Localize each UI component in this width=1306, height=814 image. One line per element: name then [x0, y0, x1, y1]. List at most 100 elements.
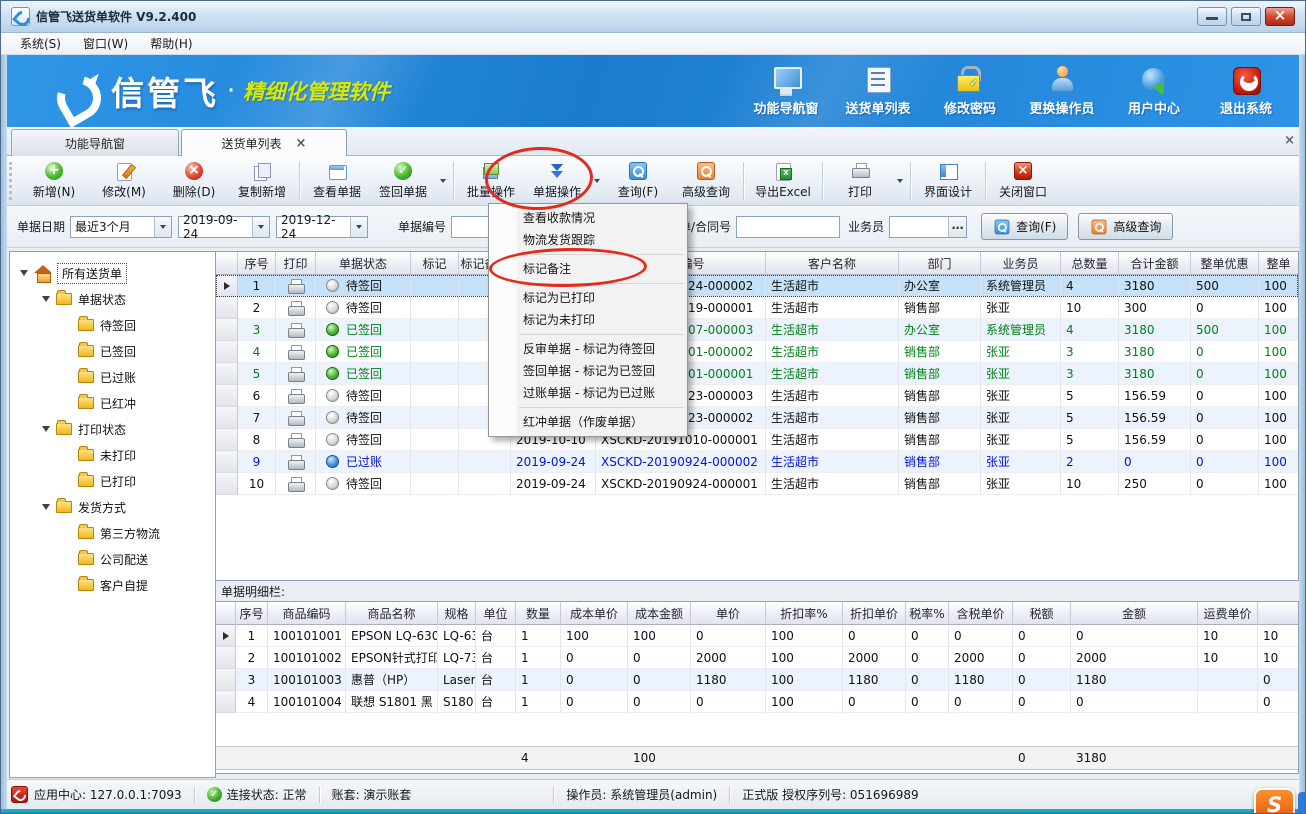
folder-icon — [78, 579, 94, 591]
sidebar-item-0[interactable]: 所有送货单 — [10, 260, 215, 286]
toolbar-button-add[interactable]: 新增(N) — [19, 158, 89, 204]
operator-status: 操作员: 系统管理员(admin) — [566, 786, 717, 803]
table-row[interactable]: 10待签回2019-09-24XSCKD-20190924-000001生活超市… — [216, 473, 1298, 495]
detail-row[interactable]: 4100101004联想 S1801 黑S1801台1000100000000 — [216, 691, 1298, 713]
toolbar-button-search_blue[interactable]: 查询(F) — [603, 158, 673, 204]
chevron-down-icon[interactable] — [350, 217, 367, 237]
query-button[interactable]: 查询(F) — [981, 213, 1068, 240]
toolbar-button-print[interactable]: 打印 — [827, 158, 893, 204]
detail-cell: 100101002 — [268, 647, 346, 669]
table-row[interactable]: 9已过账2019-09-24XSCKD-20190924-000002生活超市销… — [216, 451, 1298, 473]
table-row[interactable]: 1待签回24-000002生活超市办公室系统管理员43180500100 — [216, 275, 1298, 297]
table-row[interactable]: 4已签回01-000002生活超市销售部张亚331800100 — [216, 341, 1298, 363]
banner-action-user[interactable]: 更换操作员 — [1021, 66, 1103, 117]
sidebar-item-5[interactable]: 已红冲 — [10, 390, 215, 416]
tree-expand-icon[interactable] — [42, 296, 50, 302]
toolbar-button-delete[interactable]: 删除(D) — [159, 158, 229, 204]
cell-print — [276, 341, 316, 363]
banner-action-monitor[interactable]: 功能导航窗 — [745, 66, 827, 117]
statusbar-divider — [194, 787, 195, 803]
table-row[interactable]: 8待签回2019-10-10XSCKD-20191010-000001生活超市销… — [216, 429, 1298, 451]
toolbar-button-label: 关闭窗口 — [999, 183, 1047, 200]
sidebar-item-10[interactable]: 第三方物流 — [10, 520, 215, 546]
tree-expand-icon[interactable] — [42, 504, 50, 510]
sidebar-item-7[interactable]: 未打印 — [10, 442, 215, 468]
menu-item-2[interactable]: 帮助(H) — [139, 33, 203, 54]
menu-item-10[interactable]: 过账单据 - 标记为已过账 — [489, 382, 687, 404]
sidebar-item-2[interactable]: 待签回 — [10, 312, 215, 338]
toolbar-grip[interactable] — [9, 162, 13, 200]
detail-row[interactable]: 3100101003惠普（HP）LaserJ台10011801001180011… — [216, 669, 1298, 691]
advanced-query-button[interactable]: 高级查询 — [1078, 213, 1173, 240]
menu-item-0[interactable]: 系统(S) — [9, 33, 72, 54]
row-indicator — [216, 407, 238, 429]
minimize-button[interactable] — [1197, 7, 1227, 26]
cell-status: 待签回 — [316, 297, 411, 319]
sidebar-item-6[interactable]: 打印状态 — [10, 416, 215, 442]
sidebar-item-3[interactable]: 已签回 — [10, 338, 215, 364]
sidebar-item-4[interactable]: 已过账 — [10, 364, 215, 390]
cell-salesman: 张亚 — [981, 429, 1061, 451]
date-from-select[interactable]: 2019-09-24 — [178, 216, 270, 238]
folder-icon — [78, 527, 94, 539]
tab-1[interactable]: 送货单列表× — [181, 129, 347, 156]
table-row[interactable]: 5已签回01-000001生活超市销售部张亚331800100 — [216, 363, 1298, 385]
detail-row[interactable]: 2100101002EPSON针式打印LQ-730台10020001002000… — [216, 647, 1298, 669]
banner-action-globe[interactable]: 用户中心 — [1113, 66, 1195, 117]
tree-expand-icon[interactable] — [42, 426, 50, 432]
restore-button[interactable] — [1231, 7, 1261, 26]
menu-bar: 系统(S)窗口(W)帮助(H) — [1, 33, 1305, 55]
chevron-down-icon[interactable] — [252, 217, 269, 237]
toolbar-button-close_win[interactable]: 关闭窗口 — [990, 158, 1056, 204]
table-row[interactable]: 2待签回19-000001生活超市销售部张亚103000100 — [216, 297, 1298, 319]
ime-badge[interactable]: S — [1254, 788, 1295, 814]
tree-expand-icon[interactable] — [20, 270, 28, 276]
menu-item-5[interactable]: 标记为已打印 — [489, 287, 687, 309]
user-icon — [1047, 66, 1077, 94]
toolbar-button-view[interactable]: 查看单据 — [304, 158, 370, 204]
menu-item-8[interactable]: 反审单据 - 标记为待签回 — [489, 338, 687, 360]
menu-item-9[interactable]: 签回单据 - 标记为已签回 — [489, 360, 687, 382]
toolbar-button-excel[interactable]: 导出Excel — [748, 158, 818, 204]
close-button[interactable] — [1265, 7, 1295, 26]
table-row[interactable]: 3已签回07-000003生活超市办公室系统管理员43180500100 — [216, 319, 1298, 341]
toolbar-button-edit[interactable]: 修改(M) — [89, 158, 159, 204]
cell-qty: 5 — [1061, 429, 1119, 451]
detail-cell: 0 — [561, 647, 628, 669]
menu-item-0[interactable]: 查看收款情况 — [489, 207, 687, 229]
column-header: 成本金额 — [628, 602, 691, 625]
table-row[interactable]: 7待签回23-000002生活超市销售部张亚5156.590100 — [216, 407, 1298, 429]
contract-input[interactable] — [736, 216, 840, 238]
cell-customer: 生活超市 — [766, 473, 899, 495]
banner-action-lock[interactable]: 修改密码 — [929, 66, 1011, 117]
table-row[interactable]: 6待签回23-000003生活超市销售部张亚5156.590100 — [216, 385, 1298, 407]
sidebar-item-9[interactable]: 发货方式 — [10, 494, 215, 520]
toolbar-print-dropdown-arrow[interactable] — [893, 158, 906, 204]
tab-close-icon[interactable]: × — [296, 136, 307, 151]
cell-extra: 100 — [1259, 451, 1299, 473]
tabbar-close-icon[interactable]: × — [1284, 133, 1295, 148]
detail-row[interactable]: 1100101001EPSON LQ-630KLQ-630台1100100010… — [216, 625, 1298, 647]
ime-badge-sliver[interactable] — [1298, 792, 1306, 814]
chevron-down-icon[interactable] — [154, 217, 171, 237]
toolbar-button-copy[interactable]: 复制新增 — [229, 158, 295, 204]
tab-0[interactable]: 功能导航窗 — [11, 129, 179, 156]
sidebar-item-8[interactable]: 已打印 — [10, 468, 215, 494]
toolbar-button-sign[interactable]: 签回单据 — [370, 158, 436, 204]
salesman-input[interactable] — [890, 217, 948, 237]
sidebar-item-1[interactable]: 单据状态 — [10, 286, 215, 312]
toolbar-button-search_orange[interactable]: 高级查询 — [673, 158, 739, 204]
sidebar-item-12[interactable]: 客户自提 — [10, 572, 215, 598]
date-to-select[interactable]: 2019-12-24 — [276, 216, 368, 238]
sidebar-item-11[interactable]: 公司配送 — [10, 546, 215, 572]
banner-action-power[interactable]: 退出系统 — [1205, 66, 1287, 117]
menu-item-1[interactable]: 窗口(W) — [72, 33, 139, 54]
menu-item-12[interactable]: 红冲单据（作废单据） — [489, 411, 687, 433]
menu-item-6[interactable]: 标记为未打印 — [489, 309, 687, 331]
toolbar-button-design[interactable]: 界面设计 — [915, 158, 981, 204]
salesman-picker-button[interactable]: … — [948, 217, 966, 237]
detail-cell: LQ-730 — [438, 647, 476, 669]
banner-action-list[interactable]: 送货单列表 — [837, 66, 919, 117]
date-preset-select[interactable]: 最近3个月 — [70, 216, 172, 238]
toolbar-sign-dropdown-arrow[interactable] — [436, 158, 449, 204]
